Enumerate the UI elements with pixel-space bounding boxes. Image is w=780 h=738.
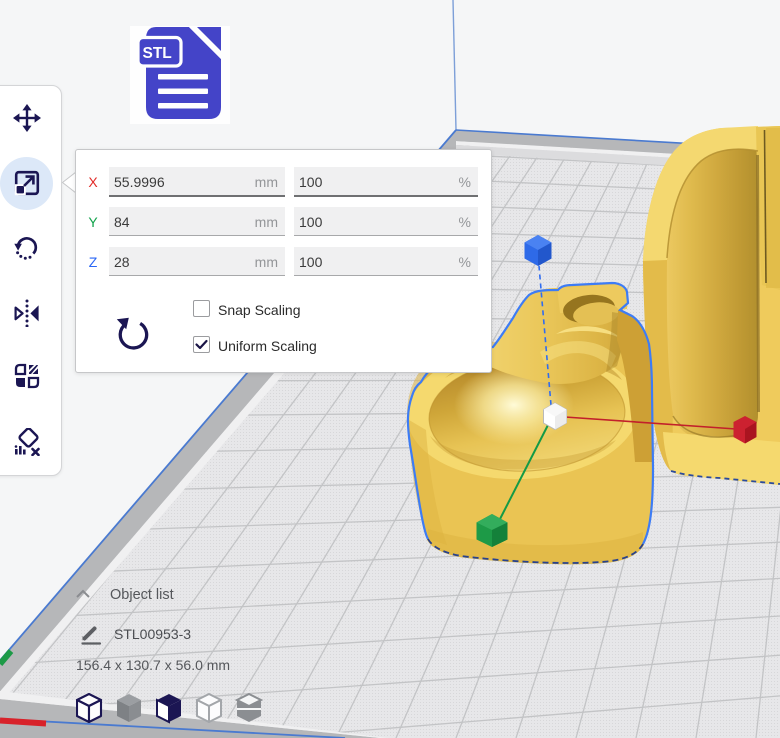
svg-text:STL: STL: [143, 45, 172, 62]
